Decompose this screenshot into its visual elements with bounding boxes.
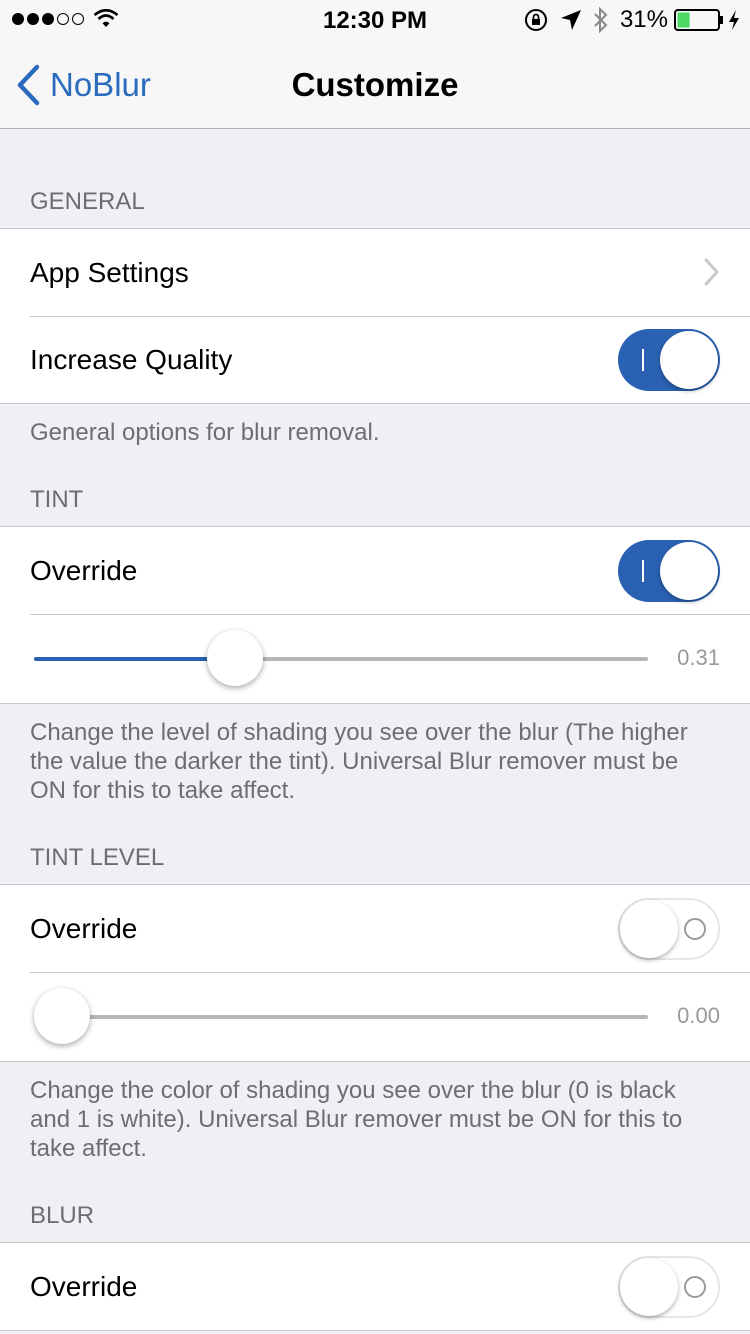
blur-override-toggle[interactable] — [618, 1256, 720, 1318]
tint-slider-value: 0.31 — [677, 645, 720, 670]
tint-override-toggle[interactable] — [618, 540, 720, 602]
tint-override-label: Override — [30, 554, 138, 586]
app-settings-row[interactable]: App Settings — [0, 229, 750, 316]
tint-level-footer: Change the color of shading you see over… — [30, 1077, 683, 1162]
battery-icon — [674, 9, 723, 31]
group-general: App Settings Increase Quality — [0, 228, 750, 404]
blur-override-label: Override — [30, 1270, 138, 1302]
settings-table: GENERAL App Settings Increase Quality Ge… — [0, 129, 750, 1331]
increase-quality-row: Increase Quality — [0, 316, 750, 403]
blur-override-row: Override — [0, 1243, 750, 1330]
bluetooth-icon — [594, 6, 608, 34]
general-footer: General options for blur removal. — [30, 419, 380, 446]
navigation-bar: NoBlur Customize — [0, 40, 750, 129]
tint-slider-thumb[interactable] — [206, 630, 263, 686]
tint-slider[interactable] — [34, 657, 648, 661]
tint-level-override-toggle[interactable] — [618, 898, 720, 960]
status-bar: 12:30 PM 31% — [0, 0, 750, 40]
tint-level-slider-value: 0.00 — [677, 1003, 720, 1028]
tint-level-slider-row: 0.00 — [0, 972, 750, 1061]
app-settings-label: App Settings — [30, 256, 189, 288]
section-header-general: GENERAL — [30, 188, 145, 215]
tint-footer: Change the level of shading you see over… — [30, 719, 688, 804]
location-arrow-icon — [560, 10, 581, 30]
page-title: Customize — [291, 66, 459, 103]
tint-override-row: Override — [0, 527, 750, 614]
tint-level-override-label: Override — [30, 912, 138, 944]
section-header-blur: BLUR — [30, 1202, 95, 1229]
section-header-tint-level: TINT LEVEL — [30, 844, 165, 871]
tint-level-slider[interactable] — [34, 1015, 648, 1019]
group-tint: Override 0.31 — [0, 526, 750, 704]
increase-quality-label: Increase Quality — [30, 343, 233, 375]
tint-level-override-row: Override — [0, 885, 750, 972]
section-header-tint: TINT — [30, 486, 84, 513]
chevron-right-icon — [704, 258, 720, 286]
group-tint-level: Override 0.00 — [0, 884, 750, 1062]
battery-percent: 31% — [619, 6, 668, 33]
tint-level-slider-thumb[interactable] — [34, 988, 90, 1044]
group-blur: Override — [0, 1242, 750, 1331]
rotation-lock-icon — [524, 9, 547, 31]
charging-bolt-icon — [729, 10, 739, 30]
increase-quality-toggle[interactable] — [618, 329, 720, 391]
tint-slider-row: 0.31 — [0, 614, 750, 703]
